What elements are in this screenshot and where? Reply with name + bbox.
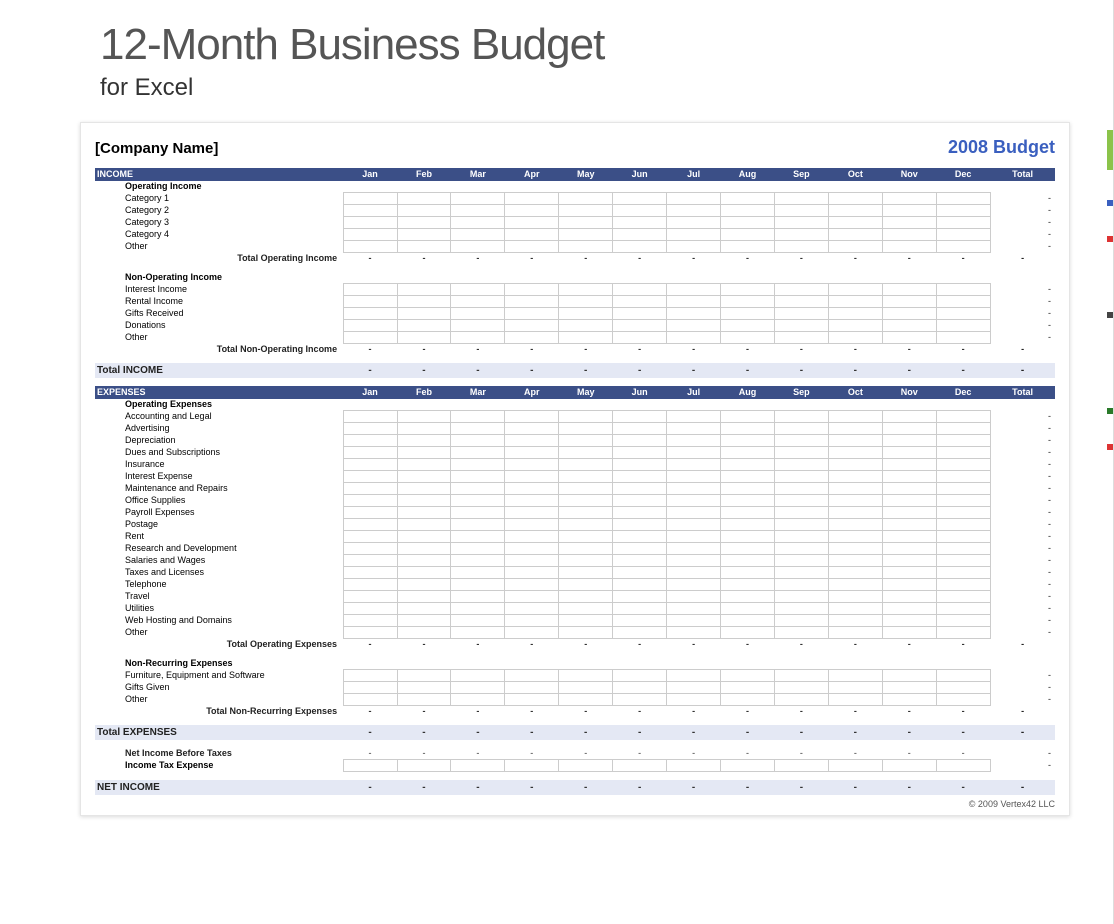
line-item: Travel- <box>95 591 1055 603</box>
line-item: Other- <box>95 694 1055 706</box>
line-item: Rent- <box>95 531 1055 543</box>
line-item: Other- <box>95 332 1055 344</box>
subtotal-row: Total Non-Recurring Expenses------------… <box>95 706 1055 718</box>
subtotal-row: Total Operating Income------------- <box>95 253 1055 265</box>
line-item: Postage- <box>95 519 1055 531</box>
budget-table: INCOMEJanFebMarAprMayJunJulAugSepOctNovD… <box>95 168 1055 795</box>
line-item: Gifts Given- <box>95 682 1055 694</box>
line-item: Donations- <box>95 320 1055 332</box>
line-item: Depreciation- <box>95 435 1055 447</box>
line-item: Other- <box>95 627 1055 639</box>
line-item: Web Hosting and Domains- <box>95 615 1055 627</box>
line-item: Other- <box>95 241 1055 253</box>
line-item: Maintenance and Repairs- <box>95 483 1055 495</box>
line-item: Research and Development- <box>95 543 1055 555</box>
line-item: Gifts Received- <box>95 308 1055 320</box>
copyright: © 2009 Vertex42 LLC <box>95 799 1055 809</box>
subsection-header: Operating Income <box>95 181 1055 193</box>
section-header: INCOMEJanFebMarAprMayJunJulAugSepOctNovD… <box>95 168 1055 181</box>
line-item: Dues and Subscriptions- <box>95 447 1055 459</box>
subsection-header: Operating Expenses <box>95 399 1055 411</box>
line-item: Category 2- <box>95 205 1055 217</box>
section-total: NET INCOME------------- <box>95 780 1055 795</box>
spreadsheet-preview: [Company Name] 2008 Budget INCOMEJanFebM… <box>80 122 1070 816</box>
net-line: Net Income Before Taxes------------- <box>95 748 1055 760</box>
line-item: Category 4- <box>95 229 1055 241</box>
line-item: Payroll Expenses- <box>95 507 1055 519</box>
subsection-header: Non-Recurring Expenses <box>95 658 1055 670</box>
line-item: Accounting and Legal- <box>95 411 1055 423</box>
line-item: Utilities- <box>95 603 1055 615</box>
company-name: [Company Name] <box>95 140 218 157</box>
line-item: Office Supplies- <box>95 495 1055 507</box>
line-item: Rental Income- <box>95 296 1055 308</box>
subtotal-row: Total Non-Operating Income------------- <box>95 344 1055 356</box>
budget-year: 2008 Budget <box>948 137 1055 158</box>
section-header: EXPENSESJanFebMarAprMayJunJulAugSepOctNo… <box>95 386 1055 399</box>
side-accent-strip <box>1107 130 1113 480</box>
line-item: Telephone- <box>95 579 1055 591</box>
line-item: Salaries and Wages- <box>95 555 1055 567</box>
line-item: Advertising- <box>95 423 1055 435</box>
section-total: Total EXPENSES------------- <box>95 725 1055 740</box>
page-subtitle: for Excel <box>100 74 1113 102</box>
line-item: Category 1- <box>95 193 1055 205</box>
line-item: Category 3- <box>95 217 1055 229</box>
line-item: Interest Expense- <box>95 471 1055 483</box>
line-item: Income Tax Expense- <box>95 760 1055 772</box>
subtotal-row: Total Operating Expenses------------- <box>95 639 1055 651</box>
subsection-header: Non-Operating Income <box>95 272 1055 284</box>
line-item: Insurance- <box>95 459 1055 471</box>
page-title: 12-Month Business Budget <box>100 20 1113 70</box>
line-item: Taxes and Licenses- <box>95 567 1055 579</box>
section-total: Total INCOME------------- <box>95 363 1055 378</box>
line-item: Interest Income- <box>95 284 1055 296</box>
line-item: Furniture, Equipment and Software- <box>95 670 1055 682</box>
